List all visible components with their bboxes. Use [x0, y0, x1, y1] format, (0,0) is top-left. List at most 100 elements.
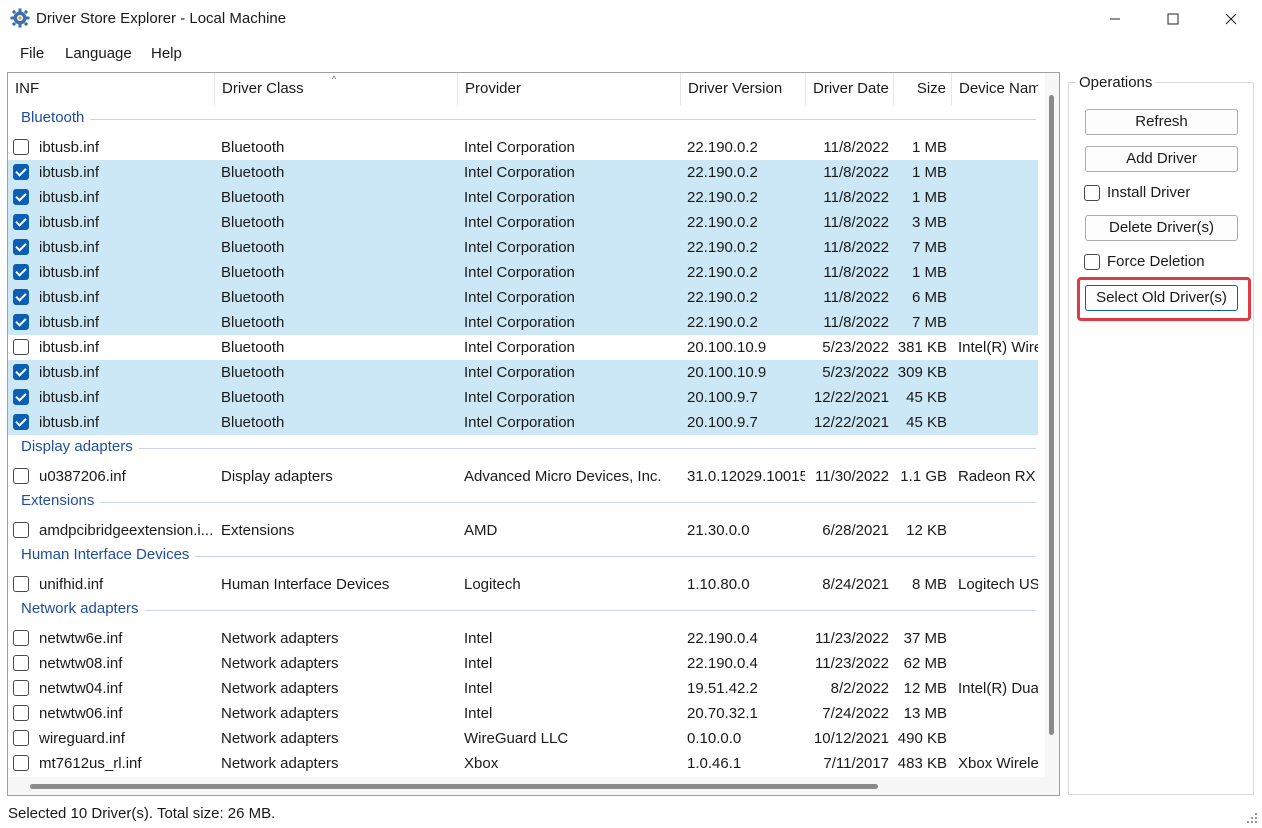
- install-driver-label: Install Driver: [1107, 184, 1191, 201]
- column-driver-date[interactable]: Driver Date: [806, 73, 894, 105]
- group-header[interactable]: Network adapters: [8, 597, 1038, 621]
- cell-device-name: [958, 518, 1038, 543]
- row-checkbox[interactable]: [13, 576, 29, 592]
- row-checkbox[interactable]: [13, 655, 29, 671]
- force-deletion-checkbox-box[interactable]: [1084, 254, 1100, 270]
- close-button[interactable]: [1208, 0, 1254, 38]
- table-row[interactable]: netwtw6e.inf Network adapters Intel 22.190.…: [8, 626, 1038, 651]
- group-header[interactable]: Human Interface Devices: [8, 543, 1038, 567]
- cell-driver-date: 11/30/2022: [815, 468, 889, 485]
- row-checkbox[interactable]: [13, 630, 29, 646]
- row-checkbox[interactable]: [13, 730, 29, 746]
- group-label: Network adapters: [21, 600, 145, 617]
- cell-device-name: [958, 260, 1038, 285]
- cell-provider: Intel Corporation: [464, 239, 575, 256]
- table-row[interactable]: ibtusb.inf Bluetooth Intel Corporation 20.1…: [8, 385, 1038, 410]
- menu-file[interactable]: File: [20, 45, 44, 62]
- row-checkbox[interactable]: [13, 680, 29, 696]
- add-driver-button[interactable]: Add Driver: [1085, 146, 1238, 172]
- row-checkbox[interactable]: [13, 389, 29, 405]
- group-header[interactable]: Bluetooth: [8, 106, 1038, 130]
- row-checkbox[interactable]: [13, 364, 29, 380]
- table-row[interactable]: wireguard.inf Network adapters WireGuard L…: [8, 726, 1038, 751]
- cell-inf: unifhid.inf: [39, 576, 104, 593]
- row-checkbox[interactable]: [13, 339, 29, 355]
- row-checkbox[interactable]: [13, 139, 29, 155]
- menu-language[interactable]: Language: [65, 45, 132, 62]
- minimize-button[interactable]: [1092, 0, 1138, 38]
- table-row[interactable]: amdpcibridgeextension.i... Extensions AMD 2…: [8, 518, 1038, 543]
- group-header[interactable]: Extensions: [8, 489, 1038, 513]
- menu-help[interactable]: Help: [151, 45, 182, 62]
- cell-provider: AMD: [464, 522, 498, 539]
- cell-driver-version: 1.0.46.1: [687, 755, 742, 772]
- column-provider[interactable]: Provider: [458, 73, 681, 105]
- column-driver-class[interactable]: Driver Class: [215, 73, 458, 105]
- maximize-button[interactable]: [1150, 0, 1196, 38]
- table-row[interactable]: ibtusb.inf Bluetooth Intel Corporation 20.1…: [8, 335, 1038, 360]
- table-row[interactable]: ibtusb.inf Bluetooth Intel Corporation 20.1…: [8, 360, 1038, 385]
- table-row[interactable]: netwtw08.inf Network adapters Intel 22.190.…: [8, 651, 1038, 676]
- table-row[interactable]: ibtusb.inf Bluetooth Intel Corporation 22.1…: [8, 310, 1038, 335]
- row-checkbox[interactable]: [13, 414, 29, 430]
- row-checkbox[interactable]: [13, 755, 29, 771]
- resize-grip-icon[interactable]: [1246, 812, 1258, 824]
- cell-driver-date: 5/23/2022: [822, 339, 889, 356]
- column-header-row: INF Driver Class Provider Driver Version…: [8, 73, 1038, 105]
- table-row[interactable]: netwtw04.inf Network adapters Intel 19.51.4…: [8, 676, 1038, 701]
- cell-driver-date: 7/24/2022: [822, 705, 889, 722]
- horizontal-scroll-thumb[interactable]: [30, 784, 878, 789]
- row-checkbox[interactable]: [13, 468, 29, 484]
- table-row[interactable]: mt7612us_rl.inf Network adapters Xbox 1.0.4…: [8, 751, 1038, 776]
- cell-size: 1 MB: [911, 164, 947, 181]
- column-driver-version[interactable]: Driver Version: [681, 73, 806, 105]
- row-checkbox[interactable]: [13, 164, 29, 180]
- title-bar: Driver Store Explorer - Local Machine: [0, 0, 1262, 38]
- cell-inf: ibtusb.inf: [39, 239, 100, 256]
- cell-size: 8 MB: [911, 576, 947, 593]
- gear-app-icon: [10, 8, 30, 28]
- horizontal-scrollbar[interactable]: [8, 777, 1045, 795]
- column-inf[interactable]: INF: [8, 73, 215, 105]
- refresh-button[interactable]: Refresh: [1085, 109, 1238, 135]
- group-label: Human Interface Devices: [21, 546, 196, 563]
- table-row[interactable]: ibtusb.inf Bluetooth Intel Corporation 22.1…: [8, 210, 1038, 235]
- table-row[interactable]: ibtusb.inf Bluetooth Intel Corporation 22.1…: [8, 285, 1038, 310]
- cell-size: 309 KB: [897, 364, 947, 381]
- row-checkbox[interactable]: [13, 214, 29, 230]
- row-checkbox[interactable]: [13, 314, 29, 330]
- row-checkbox[interactable]: [13, 705, 29, 721]
- table-row[interactable]: ibtusb.inf Bluetooth Intel Corporation 22.1…: [8, 160, 1038, 185]
- sort-ascending-icon: ^: [332, 74, 337, 84]
- cell-inf: ibtusb.inf: [39, 414, 100, 431]
- delete-drivers-button[interactable]: Delete Driver(s): [1085, 215, 1238, 241]
- row-checkbox[interactable]: [13, 264, 29, 280]
- cell-size: 37 MB: [903, 630, 947, 647]
- row-checkbox[interactable]: [13, 239, 29, 255]
- row-checkbox[interactable]: [13, 522, 29, 538]
- cell-driver-version: 22.190.0.2: [687, 314, 758, 331]
- cell-driver-version: 22.190.0.2: [687, 239, 758, 256]
- cell-driver-class: Bluetooth: [221, 264, 285, 281]
- table-row[interactable]: ibtusb.inf Bluetooth Intel Corporation 22.1…: [8, 135, 1038, 160]
- group-header[interactable]: Display adapters: [8, 435, 1038, 459]
- cell-size: 45 KB: [906, 389, 947, 406]
- table-row[interactable]: unifhid.inf Human Interface Devices Logite…: [8, 572, 1038, 597]
- table-row[interactable]: ibtusb.inf Bluetooth Intel Corporation 22.1…: [8, 185, 1038, 210]
- cell-provider: Intel: [464, 630, 493, 647]
- driver-list[interactable]: INF Driver Class Provider Driver Version…: [7, 72, 1060, 796]
- cell-driver-date: 12/22/2021: [813, 414, 889, 431]
- cell-size: 490 KB: [897, 730, 947, 747]
- vertical-scrollbar[interactable]: [1045, 73, 1059, 795]
- row-checkbox[interactable]: [13, 289, 29, 305]
- column-device-name[interactable]: Device Nam: [952, 73, 1038, 105]
- row-checkbox[interactable]: [13, 189, 29, 205]
- install-driver-checkbox-box[interactable]: [1084, 185, 1100, 201]
- table-row[interactable]: ibtusb.inf Bluetooth Intel Corporation 22.1…: [8, 235, 1038, 260]
- table-row[interactable]: ibtusb.inf Bluetooth Intel Corporation 20.1…: [8, 410, 1038, 435]
- table-row[interactable]: u0387206.inf Display adapters Advanced Mic…: [8, 464, 1038, 489]
- column-size[interactable]: Size: [894, 73, 952, 105]
- table-row[interactable]: ibtusb.inf Bluetooth Intel Corporation 22.1…: [8, 260, 1038, 285]
- vertical-scroll-thumb[interactable]: [1049, 95, 1054, 735]
- table-row[interactable]: netwtw06.inf Network adapters Intel 20.70.3…: [8, 701, 1038, 726]
